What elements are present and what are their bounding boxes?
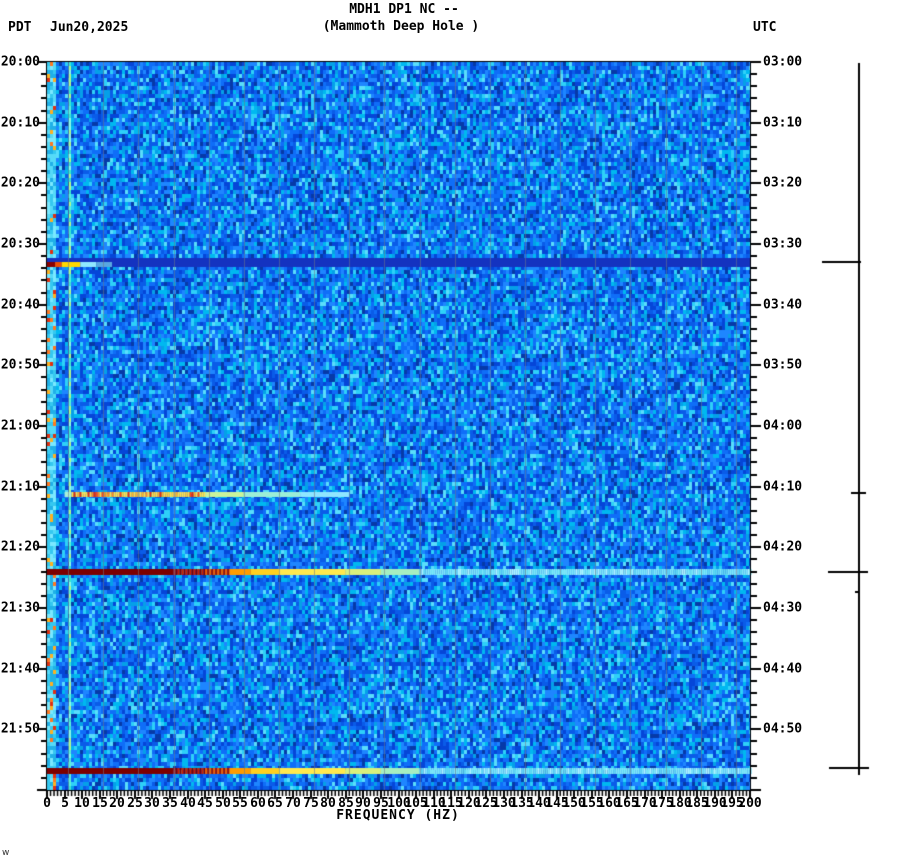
frequency-tick-label: 60	[250, 796, 266, 811]
frequency-tick-label: 45	[197, 796, 213, 811]
frequency-tick-label: 0	[43, 796, 51, 811]
frequency-tick-label: 85	[338, 796, 354, 811]
utc-time-label: 04:50	[763, 721, 803, 737]
frequency-tick-label: 200	[738, 796, 762, 811]
station-title: MDH1 DP1 NC --	[349, 2, 459, 17]
utc-time-label: 04:30	[763, 600, 803, 616]
utc-time-label: 04:40	[763, 661, 803, 677]
pdt-time-label: 20:00	[0, 54, 40, 70]
spectrogram-page: MDH1 DP1 NC -- (Mammoth Deep Hole ) PDT …	[0, 0, 902, 864]
left-timezone-label: PDT	[8, 20, 32, 35]
pdt-time-label: 20:50	[0, 357, 40, 373]
pdt-time-label: 20:40	[0, 297, 40, 313]
frequency-tick-label: 10	[74, 796, 90, 811]
right-timezone-label: UTC	[753, 20, 777, 35]
frequency-tick-label: 5	[61, 796, 69, 811]
utc-time-label: 03:40	[763, 297, 803, 313]
frequency-tick-label: 40	[180, 796, 196, 811]
utc-time-label: 03:00	[763, 54, 803, 70]
utc-time-label: 04:20	[763, 539, 803, 555]
frequency-tick-label: 65	[267, 796, 283, 811]
frequency-tick-label: 70	[285, 796, 301, 811]
frequency-tick-label: 30	[144, 796, 160, 811]
corner-mark: w	[2, 848, 10, 858]
utc-time-label: 03:20	[763, 175, 803, 191]
pdt-time-label: 21:30	[0, 600, 40, 616]
utc-time-label: 03:50	[763, 357, 803, 373]
frequency-tick-label: 15	[92, 796, 108, 811]
pdt-time-label: 21:50	[0, 721, 40, 737]
utc-time-label: 04:10	[763, 479, 803, 495]
frequency-tick-label: 55	[232, 796, 248, 811]
frequency-tick-label: 20	[109, 796, 125, 811]
pdt-time-label: 21:20	[0, 539, 40, 555]
utc-time-label: 04:00	[763, 418, 803, 434]
frequency-tick-label: 80	[320, 796, 336, 811]
utc-time-label: 03:30	[763, 236, 803, 252]
date-label: Jun20,2025	[50, 20, 129, 35]
pdt-time-label: 20:10	[0, 115, 40, 131]
frequency-tick-label: 75	[303, 796, 319, 811]
frequency-tick-label: 90	[355, 796, 371, 811]
x-axis-title: FREQUENCY (HZ)	[336, 808, 460, 823]
frequency-tick-label: 35	[162, 796, 178, 811]
frequency-tick-label: 50	[215, 796, 231, 811]
pdt-time-label: 21:10	[0, 479, 40, 495]
pdt-time-label: 21:40	[0, 661, 40, 677]
frequency-tick-label: 25	[127, 796, 143, 811]
pdt-time-label: 20:20	[0, 175, 40, 191]
pdt-time-label: 21:00	[0, 418, 40, 434]
pdt-time-label: 20:30	[0, 236, 40, 252]
station-subtitle: (Mammoth Deep Hole )	[322, 19, 480, 34]
utc-time-label: 03:10	[763, 115, 803, 131]
